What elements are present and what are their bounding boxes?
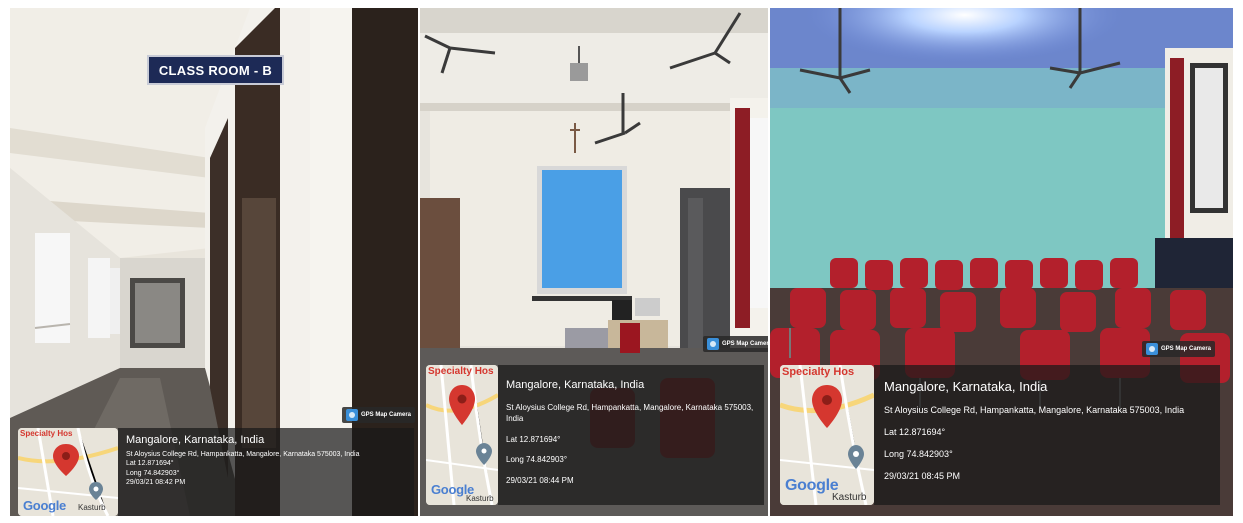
map-area-label: Kasturb bbox=[832, 492, 867, 503]
classroom-sign: CLASS ROOM - B bbox=[147, 55, 284, 85]
photo-classroom-projector: GPS Map Camera Specialty Hos Google Kast… bbox=[420, 8, 768, 516]
google-logo: Google bbox=[785, 477, 839, 494]
place-name: Mangalore, Karnataka, India bbox=[884, 379, 1048, 394]
place-name: Mangalore, Karnataka, India bbox=[506, 379, 645, 391]
map-hospital-label: Specialty Hos bbox=[20, 429, 73, 438]
datetime-text: 29/03/21 08:44 PM bbox=[506, 476, 574, 486]
map-thumbnail: Specialty Hos Google Kasturb bbox=[780, 365, 874, 505]
gps-badge-label: GPS Map Camera bbox=[1161, 346, 1212, 352]
location-info: Mangalore, Karnataka, India St Aloysius … bbox=[118, 428, 414, 516]
longitude-text: Long 74.842903° bbox=[506, 455, 568, 465]
location-stamp: Specialty Hos Google Kasturb Mangalore, … bbox=[426, 365, 764, 505]
map-hospital-label: Specialty Hos bbox=[428, 366, 494, 377]
address-text: St Aloysius College Rd, Hampankatta, Man… bbox=[126, 451, 360, 458]
map-thumbnail: Specialty Hos Google Kasturb bbox=[426, 365, 498, 505]
gps-camera-icon bbox=[707, 338, 719, 350]
google-logo: Google bbox=[23, 498, 66, 513]
gps-badge-label: GPS Map Camera bbox=[722, 341, 768, 347]
map-area-label: Kasturb bbox=[466, 494, 494, 503]
address-text: St Aloysius College Rd, Hampankatta, Man… bbox=[506, 403, 754, 423]
gps-badge-label: GPS Map Camera bbox=[361, 412, 412, 418]
location-stamp: Specialty Hos Google Kasturb Mangalore, … bbox=[18, 428, 414, 516]
gps-camera-icon bbox=[346, 409, 358, 421]
place-name: Mangalore, Karnataka, India bbox=[126, 434, 265, 446]
classroom-sign-text: CLASS ROOM - B bbox=[158, 62, 273, 78]
datetime-text: 29/03/21 08:45 PM bbox=[884, 471, 961, 482]
gps-map-camera-badge: GPS Map Camera bbox=[703, 336, 768, 352]
longitude-text: Long 74.842903° bbox=[126, 469, 180, 477]
gps-map-camera-badge: GPS Map Camera bbox=[342, 407, 416, 423]
latitude-text: Lat 12.871694° bbox=[506, 434, 561, 444]
photo-seminar-hall: GPS Map Camera Specialty Hos Google Kast… bbox=[770, 8, 1233, 516]
location-info: Mangalore, Karnataka, India St Aloysius … bbox=[498, 365, 764, 505]
address-text: St Aloysius College Rd, Hampankatta, Man… bbox=[884, 405, 1185, 415]
map-thumbnail: Specialty Hos Google Kasturb bbox=[18, 428, 118, 516]
latitude-text: Lat 12.871694° bbox=[884, 427, 946, 438]
gps-map-camera-badge: GPS Map Camera bbox=[1142, 341, 1216, 357]
datetime-text: 29/03/21 08:42 PM bbox=[126, 479, 186, 487]
longitude-text: Long 74.842903° bbox=[884, 449, 953, 460]
map-area-label: Kasturb bbox=[78, 503, 106, 512]
latitude-text: Lat 12.871694° bbox=[126, 460, 174, 468]
map-hospital-label: Specialty Hos bbox=[782, 366, 855, 378]
photo-corridor: CLASS ROOM - B GPS Map Camera Specialty … bbox=[10, 8, 418, 516]
location-stamp: Specialty Hos Google Kasturb Mangalore, … bbox=[780, 365, 1220, 505]
location-info: Mangalore, Karnataka, India St Aloysius … bbox=[874, 365, 1220, 505]
gps-camera-icon bbox=[1146, 343, 1158, 355]
